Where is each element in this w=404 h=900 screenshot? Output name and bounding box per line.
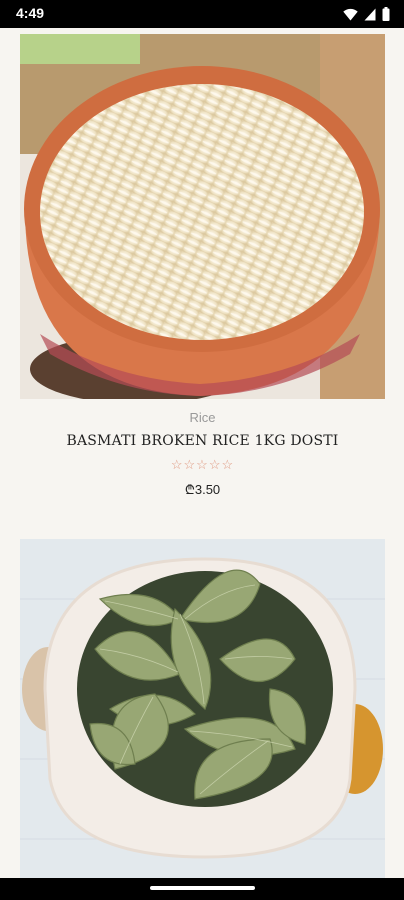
rating-stars: ☆☆☆☆☆ (170, 457, 235, 472)
product-image[interactable] (20, 539, 385, 878)
signal-icon (364, 8, 376, 20)
product-list[interactable]: Rice BASMATI BROKEN RICE 1KG DOSTI ☆☆☆☆☆… (0, 28, 404, 878)
home-gesture-handle[interactable] (150, 886, 255, 890)
status-time: 4:49 (16, 5, 45, 21)
status-bar: 4:49 (0, 0, 404, 28)
product-title[interactable]: BASMATI BROKEN RICE 1KG DOSTI (20, 433, 385, 449)
product-price: ₾3.50 (184, 482, 221, 497)
product-image[interactable] (20, 34, 385, 399)
wifi-icon (343, 8, 358, 20)
product-category[interactable]: Rice (20, 410, 385, 425)
status-icons (343, 7, 390, 21)
battery-icon (382, 7, 390, 21)
navigation-bar (0, 878, 404, 900)
